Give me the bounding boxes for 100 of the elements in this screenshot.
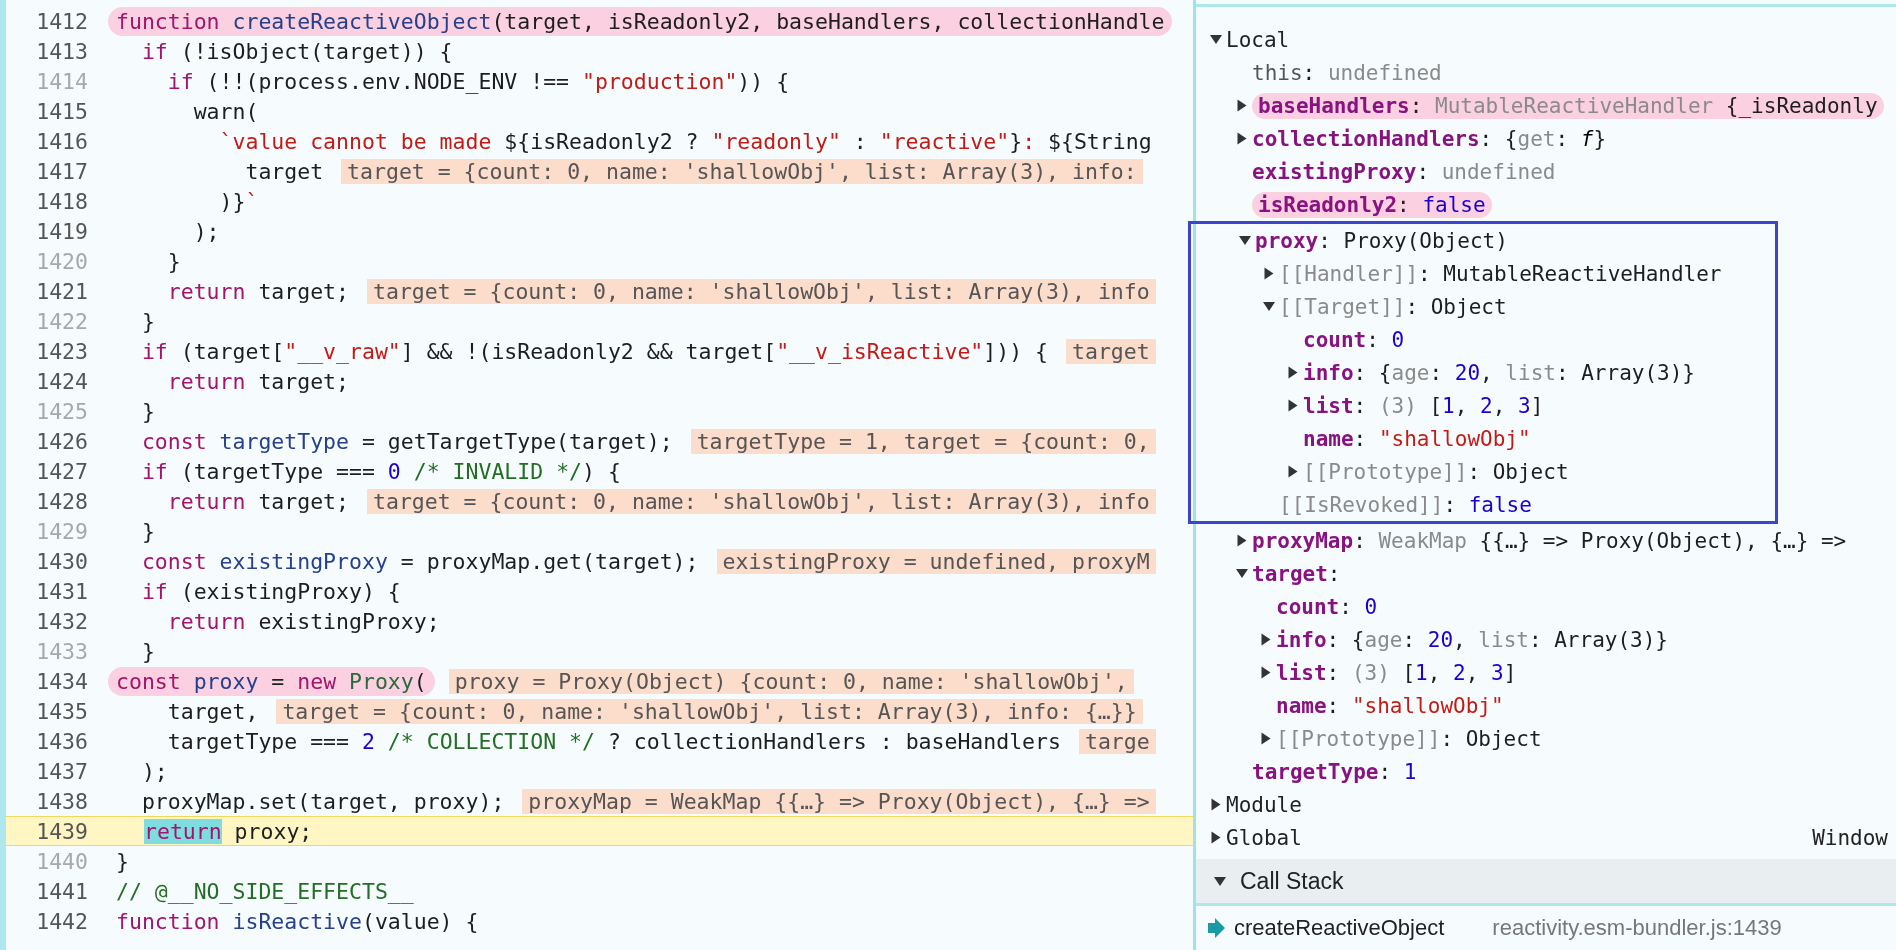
disclosure-triangle-icon[interactable] [1211,798,1221,811]
line-number: 1435 [35,698,88,724]
scope-variable: name: "shallowObj" [1303,426,1531,451]
line-number: 1439 [35,818,88,844]
code-line: } [166,248,182,274]
code-line: const proxy = new Proxy( [108,666,435,696]
line-number: 1425 [35,398,88,424]
disclosure-triangle-icon[interactable] [1211,831,1221,844]
line-number: 1418 [35,188,88,214]
disclosure-triangle-icon[interactable] [1261,633,1271,646]
scope-value: Window [1812,825,1888,850]
code-line: if (target["__v_raw"] && !(isReadonly2 && target["__v_isReactive"])) { [140,338,1049,364]
code-line: function isReactive(value) { [115,908,480,934]
disclosure-triangle-icon[interactable] [1210,35,1222,44]
line-number: 1424 [35,368,88,394]
scope-variable[interactable]: [[Prototype]]: Object [1303,459,1569,484]
line-number: 1416 [35,128,88,154]
line-number: 1413 [35,38,88,64]
scope-variable: [[IsRevoked]]: false [1279,492,1532,517]
disclosure-triangle-icon[interactable] [1288,399,1298,412]
disclosure-triangle-icon[interactable] [1239,236,1251,245]
code-line: if (existingProxy) { [140,578,402,604]
inline-value: proxyMap = WeakMap {{…} => Proxy(Object), {…} => [522,788,1156,814]
line-number: 1430 [35,548,88,574]
call-frame-function[interactable]: createReactiveObject [1234,915,1445,941]
scope-variable: existingProxy: undefined [1252,159,1556,184]
disclosure-triangle-icon[interactable] [1214,876,1226,886]
code-line: if (targetType === 0 /* INVALID */) { [140,458,622,484]
inline-value: target = {count: 0, name: 'shallowObj', list: Array(3), info: [341,158,1143,184]
call-stack-header[interactable]: Call Stack [1240,867,1344,895]
code-line: target [244,158,325,184]
disclosure-triangle-icon[interactable] [1288,366,1298,379]
disclosure-triangle-icon[interactable] [1261,732,1271,745]
code-line: targetType === 2 /* COLLECTION */ ? collectionHandlers : baseHandlers [166,728,1062,754]
line-number: 1415 [35,98,88,124]
disclosure-triangle-icon[interactable] [1264,267,1274,280]
line-number: 1426 [35,428,88,454]
code-line: } [140,308,156,334]
inline-value: existingProxy = undefined, proxyM [716,548,1156,574]
line-number: 1427 [35,458,88,484]
scope-variable[interactable]: proxyMap: WeakMap {{…} => Proxy(Object), {…} => [1252,528,1847,553]
inline-value: targe [1078,728,1156,754]
line-number: 1434 [35,668,88,694]
inline-value: target = {count: 0, name: 'shallowObj', list: Array(3), info [367,488,1156,514]
line-number: 1437 [35,758,88,784]
code-line: `value cannot be made ${isReadonly2 ? "readonly" : "reactive"}: ${String [218,128,1153,154]
line-number: 1417 [35,158,88,184]
scope-variable[interactable]: proxy: Proxy(Object) [1255,228,1508,253]
code-line: } [115,848,130,874]
scope-variable[interactable]: list: (3) [1, 2, 3] [1303,393,1544,418]
scope-variable: this: undefined [1252,60,1442,85]
line-number: 1441 [35,878,88,904]
disclosure-triangle-icon[interactable] [1236,569,1248,578]
code-line: return proxy; [143,818,314,844]
scope-variable[interactable]: target: [1252,561,1341,586]
code-line: // @__NO_SIDE_EFFECTS__ [115,878,415,904]
code-line: } [140,518,156,544]
call-frame-location[interactable]: reactivity.esm-bundler.js:1439 [1492,915,1782,941]
disclosure-triangle-icon[interactable] [1237,534,1247,547]
line-number: 1436 [35,728,88,754]
scope-variable[interactable]: collectionHandlers: {get: f} [1252,126,1607,151]
line-number: 1428 [35,488,88,514]
scope-variable[interactable]: info: {age: 20, list: Array(3)} [1303,360,1695,385]
scope-section[interactable]: Global [1226,825,1302,850]
code-line: return existingProxy; [166,608,441,634]
scope-variable[interactable]: [[Prototype]]: Object [1276,726,1542,751]
inline-value: targetType = 1, target = {count: 0, [690,428,1156,454]
code-line: } [140,398,156,424]
scope-variable[interactable]: info: {age: 20, list: Array(3)} [1276,627,1668,652]
code-line: if (!isObject(target)) { [140,38,454,64]
scope-variable: count: 0 [1303,327,1405,352]
scope-variable[interactable]: [[Handler]]: MutableReactiveHandler [1279,261,1722,286]
line-number: 1429 [35,518,88,544]
code-line: function createReactiveObject(target, isReadonly2, baseHandlers, collectionHandle [108,6,1173,36]
scope-variable: count: 0 [1276,594,1378,619]
line-number: 1442 [35,908,88,934]
code-line: if (!!(process.env.NODE_ENV !== "production")) { [166,68,791,94]
line-number: 1419 [35,218,88,244]
line-number: 1432 [35,608,88,634]
code-line: warn( [192,98,260,124]
disclosure-triangle-icon[interactable] [1261,666,1271,679]
code-line: const targetType = getTargetType(target); [140,428,674,454]
scope-section[interactable]: Local [1226,27,1290,52]
line-number: 1420 [35,248,88,274]
code-line: const existingProxy = proxyMap.get(target); [140,548,700,574]
scope-variable[interactable]: [[Target]]: Object [1279,294,1507,319]
scope-section[interactable]: Module [1226,792,1302,817]
scope-variable[interactable]: baseHandlers: MutableReactiveHandler {_isReadonly [1252,92,1884,119]
disclosure-triangle-icon[interactable] [1263,302,1275,311]
scope-variable[interactable]: list: (3) [1, 2, 3] [1276,660,1517,685]
code-line: proxyMap.set(target, proxy); [140,788,506,814]
scope-variable: isReadonly2: false [1252,191,1492,218]
code-line: } [140,638,156,664]
disclosure-triangle-icon[interactable] [1237,132,1247,145]
disclosure-triangle-icon[interactable] [1288,465,1298,478]
line-number: 1433 [35,638,88,664]
line-number: 1421 [35,278,88,304]
inline-value: target [1066,338,1156,364]
scope-variable: targetType: 1 [1252,759,1417,784]
scope-variable: name: "shallowObj" [1276,693,1504,718]
